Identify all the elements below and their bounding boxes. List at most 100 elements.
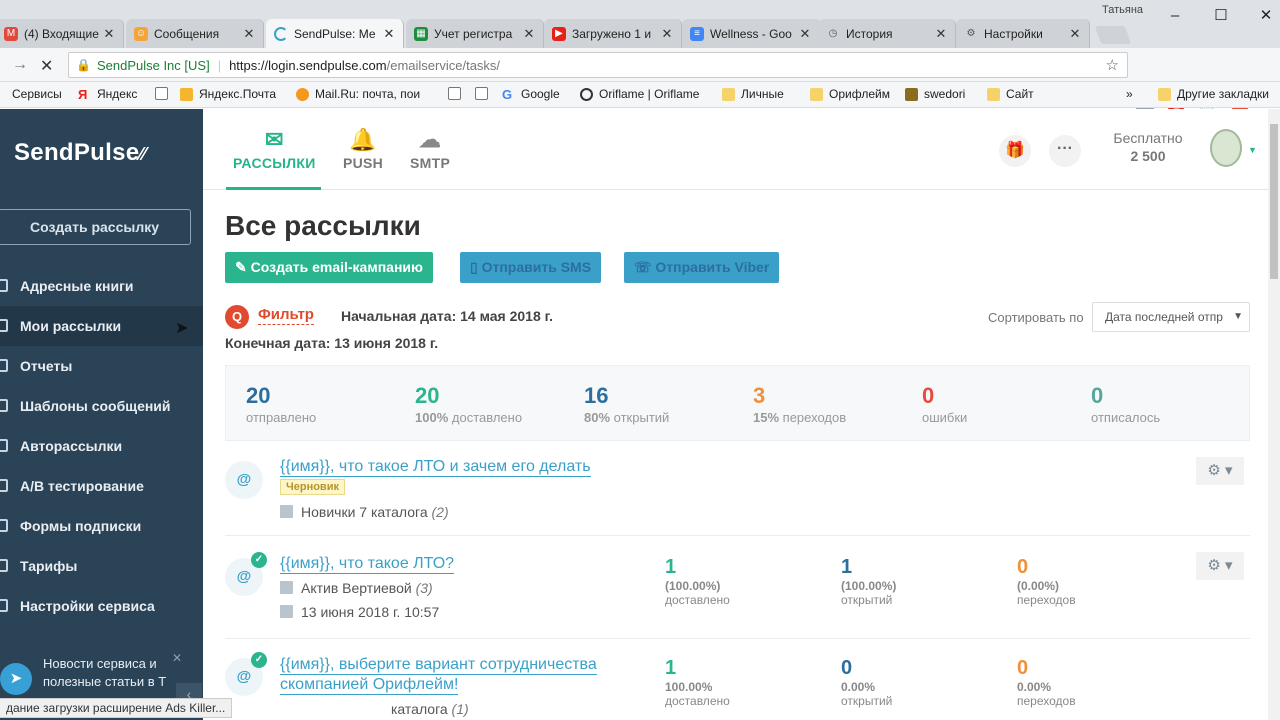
create-campaign-button[interactable]: Создать рассылку: [0, 209, 191, 245]
close-window-icon[interactable]: ✕: [1255, 6, 1277, 26]
close-tab-icon[interactable]: ✕: [661, 26, 673, 42]
close-news-icon[interactable]: ✕: [172, 651, 182, 665]
browser-tab[interactable]: ≡ Wellness - Goo ✕: [682, 19, 820, 48]
stat-percent: 100%: [415, 410, 449, 425]
stat-value: 0: [1017, 556, 1029, 578]
tab-label: Wellness - Goo: [710, 26, 792, 41]
telegram-icon[interactable]: ➤: [0, 663, 32, 695]
stat-label: 80% открытий: [584, 410, 669, 425]
sidebar-item-ab-testing[interactable]: A/B тестирование: [0, 466, 203, 506]
forward-icon[interactable]: →: [12, 56, 28, 74]
url-host: https://login.sendpulse.com: [229, 57, 387, 73]
tab-label: РАССЫЛКИ: [233, 155, 316, 171]
bookmark-page[interactable]: [475, 87, 494, 100]
bookmark-folder-oriflame[interactable]: Орифлейм: [810, 87, 890, 101]
sidebar-item-address-books[interactable]: Адресные книги: [0, 266, 203, 306]
tab-label: Учет регистра: [434, 26, 513, 41]
bookmark-swedori[interactable]: swedori: [905, 87, 965, 101]
send-viber-button[interactable]: ☏ Отправить Viber: [624, 252, 780, 283]
draft-badge: Черновик: [280, 479, 345, 495]
close-tab-icon[interactable]: ✕: [523, 26, 535, 42]
campaign-title-link[interactable]: {{имя}}, выберите вариант сотрудничества: [280, 656, 597, 675]
campaign-opened: 1 (100.00%) открытий: [841, 555, 896, 607]
bookmark-oriflame[interactable]: Oriflame | Oriflame: [580, 87, 699, 101]
page-scrollbar[interactable]: [1268, 109, 1280, 720]
phone-icon: ▯: [470, 259, 482, 275]
gear-icon[interactable]: ⚙ ▾: [1196, 552, 1244, 580]
tab-email-campaigns[interactable]: ✉ РАССЫЛКИ: [233, 127, 316, 171]
send-sms-button[interactable]: ▯ Отправить SMS: [460, 252, 602, 283]
bookmarks-overflow-icon[interactable]: »: [1126, 87, 1133, 101]
bookmark-folder-other[interactable]: Другие закладки: [1158, 87, 1269, 101]
filter-icon[interactable]: Q: [225, 305, 249, 329]
gift-icon[interactable]: 🎁: [999, 135, 1031, 167]
form-icon: [0, 519, 8, 532]
at-sign-icon: @: [225, 461, 263, 499]
browser-tab[interactable]: ⚙ Настройки ✕: [956, 19, 1090, 48]
sort-label: Сортировать по: [988, 310, 1084, 325]
scrollbar-thumb[interactable]: [1270, 124, 1278, 279]
sidebar-item-settings[interactable]: Настройки сервиса: [0, 586, 203, 626]
bookmark-apps[interactable]: Сервисы: [12, 87, 62, 101]
profile-name[interactable]: Татьяна: [1102, 4, 1143, 16]
sort-value: Дата последней отпр: [1105, 310, 1223, 324]
close-tab-icon[interactable]: ✕: [103, 26, 115, 42]
bookmark-page[interactable]: [448, 87, 467, 100]
close-tab-icon[interactable]: ✕: [799, 26, 811, 42]
browser-tab[interactable]: ▦ Учет регистра ✕: [406, 19, 544, 48]
calendar-icon: [280, 605, 293, 618]
campaign-title-link[interactable]: {{имя}}, что такое ЛТО?: [280, 555, 455, 574]
book-icon: [280, 581, 293, 594]
bookmark-yandex-mail[interactable]: Яндекс.Почта: [180, 87, 276, 101]
sidebar-item-reports[interactable]: Отчеты: [0, 346, 203, 386]
sidebar-item-pricing[interactable]: Тарифы: [0, 546, 203, 586]
book-icon: [0, 279, 8, 292]
plan-info[interactable]: Бесплатно 2 500: [1098, 130, 1198, 164]
gear-icon[interactable]: ⚙ ▾: [1196, 457, 1244, 485]
maximize-icon[interactable]: ☐: [1210, 6, 1232, 26]
bookmark-page[interactable]: [155, 87, 174, 100]
site-identity[interactable]: SendPulse Inc [US]: [97, 58, 210, 73]
tab-smtp[interactable]: ☁ SMTP: [410, 127, 450, 171]
browser-tab-active[interactable]: SendPulse: Ме ✕: [266, 19, 404, 48]
browser-tab[interactable]: ◷ История ✕: [818, 19, 956, 48]
bookmark-folder-personal[interactable]: Личные: [722, 87, 784, 101]
stat-value: 16: [584, 383, 609, 408]
browser-tab[interactable]: ☺ Сообщения ✕: [126, 19, 264, 48]
bookmark-label: Яндекс.Почта: [199, 87, 277, 101]
close-tab-icon[interactable]: ✕: [243, 26, 255, 42]
bookmark-google[interactable]: G Google: [502, 87, 560, 101]
stat-percent: 15%: [753, 410, 780, 425]
bookmark-star-icon[interactable]: ☆: [1106, 56, 1119, 74]
stop-loading-icon[interactable]: ✕: [40, 56, 53, 76]
bookmark-mailru[interactable]: Mail.Ru: почта, пои: [296, 87, 420, 101]
sidebar-item-templates[interactable]: Шаблоны сообщений: [0, 386, 203, 426]
filter-link[interactable]: Фильтр: [258, 306, 314, 325]
chevron-down-icon[interactable]: ▼: [1248, 145, 1257, 155]
logo[interactable]: SendPulse⁄⁄: [14, 139, 146, 167]
campaign-title-link[interactable]: {{имя}}, что такое ЛТО и зачем его делат…: [280, 458, 591, 477]
close-tab-icon[interactable]: ✕: [935, 26, 947, 42]
tab-push[interactable]: 🔔 PUSH: [343, 127, 383, 171]
bookmark-yandex[interactable]: Я Яндекс: [78, 87, 137, 101]
minimize-icon[interactable]: –: [1164, 6, 1186, 26]
create-email-campaign-button[interactable]: ✎ Создать email-кампанию: [225, 252, 433, 283]
news-promo-text[interactable]: Новости сервиса и полезные статьи в Т: [43, 655, 173, 691]
new-tab-button[interactable]: [1094, 26, 1132, 44]
sidebar-item-forms[interactable]: Формы подписки: [0, 506, 203, 546]
address-bar[interactable]: 🔒 SendPulse Inc [US] | https://login.sen…: [68, 52, 1128, 78]
sort-select[interactable]: Дата последней отпр ▼: [1092, 302, 1250, 332]
avatar[interactable]: [1210, 129, 1242, 167]
campaign-title-link-line2[interactable]: скомпанией Орифлейм!: [280, 676, 459, 695]
more-icon[interactable]: ···: [1049, 135, 1081, 167]
logo-text: SendPulse: [14, 139, 140, 166]
bookmark-folder-site[interactable]: Сайт: [987, 87, 1034, 101]
browser-tab[interactable]: M (4) Входящие - ✕: [0, 19, 124, 48]
sidebar-item-automation[interactable]: Авторассылки: [0, 426, 203, 466]
browser-tab[interactable]: ▶ Загружено 1 и ✕: [544, 19, 682, 48]
sidebar-item-label: Отчеты: [20, 358, 73, 374]
sidebar-item-my-campaigns[interactable]: Мои рассылки: [0, 306, 203, 346]
close-tab-icon[interactable]: ✕: [1069, 26, 1081, 42]
close-tab-icon[interactable]: ✕: [383, 26, 395, 42]
stat-label: доставлено: [665, 694, 730, 708]
